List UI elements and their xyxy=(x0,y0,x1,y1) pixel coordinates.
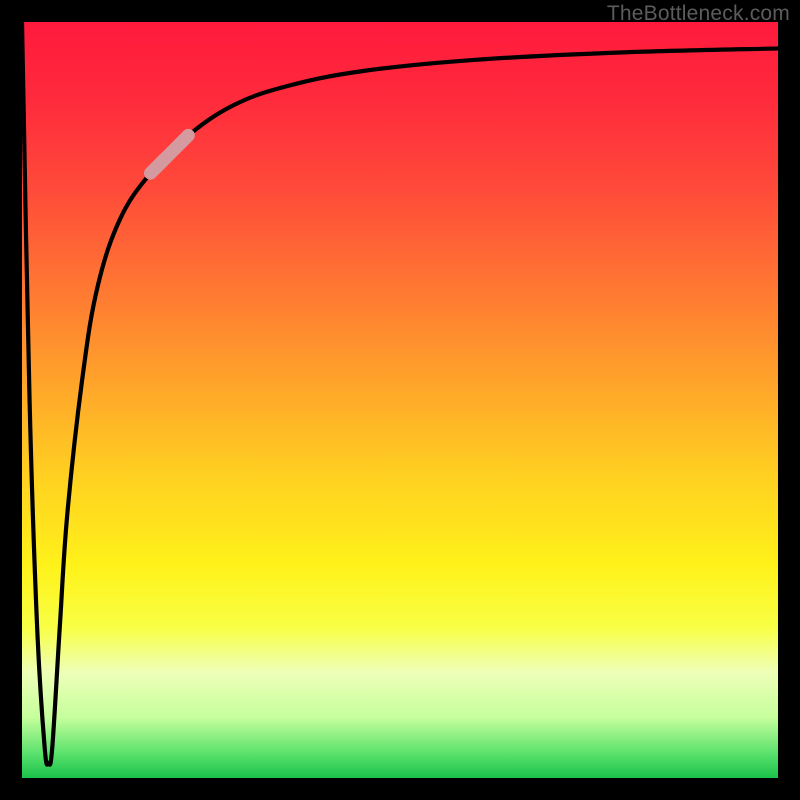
chart-frame: TheBottleneck.com xyxy=(0,0,800,800)
highlight-segment xyxy=(151,135,189,173)
bottleneck-curve xyxy=(22,22,778,765)
attribution-text: TheBottleneck.com xyxy=(607,2,790,26)
curve-layer xyxy=(22,22,778,778)
